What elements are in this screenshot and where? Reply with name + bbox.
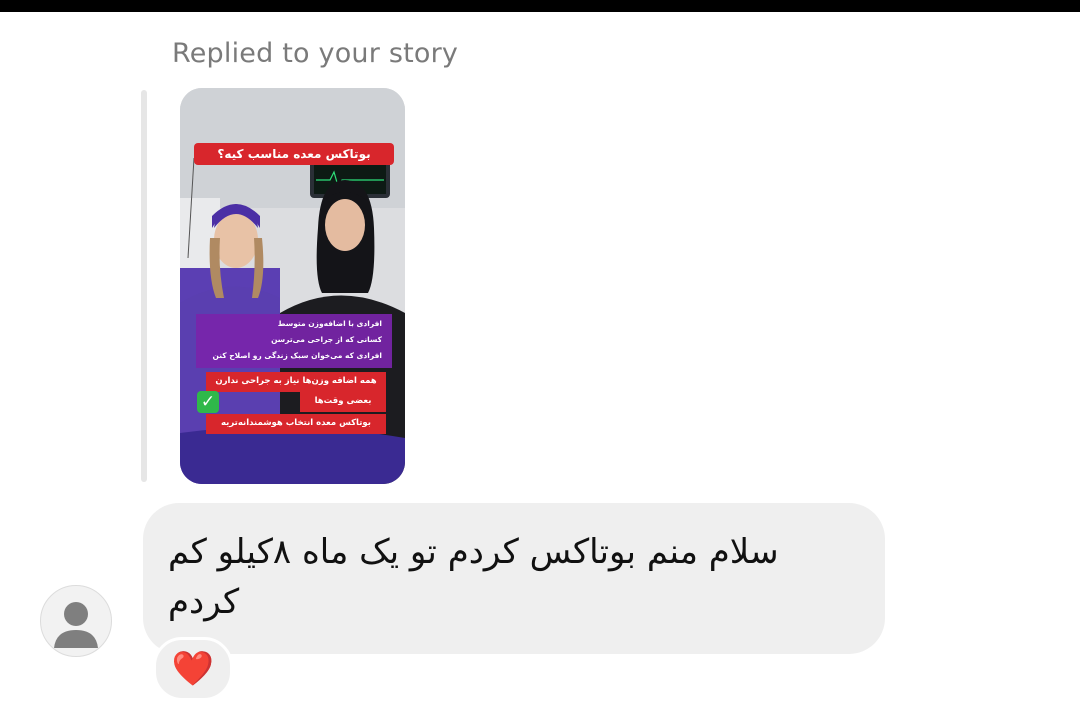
quote-bar bbox=[141, 90, 147, 482]
story-thumbnail[interactable]: بوتاکس معده مناسب کیه؟ افرادی با اضافه‌و… bbox=[180, 88, 405, 484]
story-purple-line: کسانی که از جراحی می‌ترسن bbox=[271, 335, 382, 344]
avatar-silhouette bbox=[54, 602, 98, 648]
status-bar bbox=[0, 0, 1080, 12]
story-red-banner: همه اضافه وزن‌ها نیاز به جراحی ندارن bbox=[206, 372, 386, 392]
story-purple-line: افرادی با اضافه‌وزن متوسط bbox=[277, 319, 382, 328]
message-bubble[interactable]: سلام منم بوتاکس کردم تو یک ماه ۸کیلو کم … bbox=[143, 503, 885, 654]
message-text: سلام منم بوتاکس کردم تو یک ماه ۸کیلو کم … bbox=[168, 532, 779, 622]
story-red-line: همه اضافه وزن‌ها نیاز به جراحی ندارن bbox=[215, 376, 377, 386]
story-red-line: بوتاکس معده انتخاب هوشمندانه‌تریه bbox=[221, 418, 371, 428]
check-icon: ✓ bbox=[197, 391, 219, 413]
default-user-icon[interactable] bbox=[40, 585, 112, 657]
story-purple-panel: افرادی با اضافه‌وزن متوسط کسانی که از جر… bbox=[196, 314, 392, 368]
story-red-banner: بوتاکس معده انتخاب هوشمندانه‌تریه bbox=[206, 414, 386, 434]
story-red-banner: بعضی وقت‌ها bbox=[300, 392, 386, 412]
story-red-line: بعضی وقت‌ها bbox=[314, 396, 372, 406]
story-title: بوتاکس معده مناسب کیه؟ bbox=[194, 143, 394, 165]
story-purple-line: افرادی که می‌خوان سبک زندگی رو اصلاح کنن bbox=[212, 351, 382, 360]
replied-to-story-label: Replied to your story bbox=[172, 38, 459, 69]
heart-icon[interactable]: ❤️ bbox=[153, 637, 233, 701]
